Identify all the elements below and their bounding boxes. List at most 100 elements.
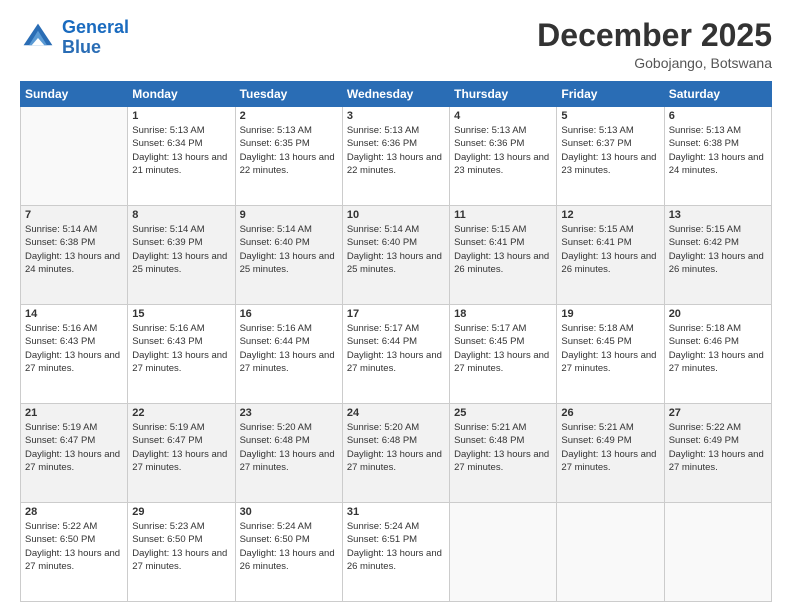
cell-info: Sunrise: 5:16 AMSunset: 6:43 PMDaylight:… — [25, 322, 123, 375]
sunset-text: Sunset: 6:44 PM — [347, 336, 417, 347]
daylight-text: Daylight: 13 hours and 26 minutes. — [347, 548, 442, 572]
daylight-text: Daylight: 13 hours and 27 minutes. — [561, 449, 656, 473]
calendar-cell: 8Sunrise: 5:14 AMSunset: 6:39 PMDaylight… — [128, 206, 235, 305]
sunset-text: Sunset: 6:50 PM — [25, 534, 95, 545]
sunrise-text: Sunrise: 5:19 AM — [132, 422, 204, 433]
day-number: 21 — [25, 407, 123, 419]
daylight-text: Daylight: 13 hours and 26 minutes. — [454, 251, 549, 275]
day-number: 10 — [347, 209, 445, 221]
sunrise-text: Sunrise: 5:22 AM — [25, 521, 97, 532]
sunrise-text: Sunrise: 5:13 AM — [132, 125, 204, 136]
cell-info: Sunrise: 5:16 AMSunset: 6:44 PMDaylight:… — [240, 322, 338, 375]
sunset-text: Sunset: 6:47 PM — [25, 435, 95, 446]
calendar-cell: 27 Sunrise: 5:22 AM Sunset: 6:49 PM Dayligh… — [664, 404, 771, 503]
daylight-text: Daylight: 13 hours and 22 minutes. — [347, 152, 442, 176]
sunset-text: Sunset: 6:41 PM — [561, 237, 631, 248]
daylight-text: Daylight: 13 hours and 27 minutes. — [132, 350, 227, 374]
daylight-text: Daylight: 13 hours and 27 minutes. — [347, 449, 442, 473]
sunrise-text: Sunrise: 5:13 AM — [561, 125, 633, 136]
cell-info: Sunrise: 5:17 AMSunset: 6:44 PMDaylight:… — [347, 322, 445, 375]
sunset-text: Sunset: 6:41 PM — [454, 237, 524, 248]
daylight-text: Daylight: 13 hours and 25 minutes. — [132, 251, 227, 275]
sunset-text: Sunset: 6:43 PM — [132, 336, 202, 347]
sunrise-text: Sunrise: 5:15 AM — [561, 224, 633, 235]
calendar-cell: 16Sunrise: 5:16 AMSunset: 6:44 PMDayligh… — [235, 305, 342, 404]
sunset-text: Sunset: 6:39 PM — [132, 237, 202, 248]
calendar-cell — [664, 503, 771, 602]
cell-info: Sunrise: 5:16 AM Sunset: 6:43 PM Daylight:… — [132, 322, 230, 375]
day-number: 27 — [669, 407, 767, 419]
daylight-text: Daylight: 13 hours and 27 minutes. — [669, 350, 764, 374]
header: General Blue December 2025 Gobojango, Bo… — [20, 18, 772, 71]
calendar-cell: 25Sunrise: 5:21 AMSunset: 6:48 PMDayligh… — [450, 404, 557, 503]
th-saturday: Saturday — [664, 82, 771, 107]
sunset-text: Sunset: 6:45 PM — [561, 336, 631, 347]
logo-text: General Blue — [62, 18, 129, 58]
day-number: 28 — [25, 506, 123, 518]
cell-info: Sunrise: 5:21 AMSunset: 6:49 PMDaylight:… — [561, 421, 659, 474]
th-monday: Monday — [128, 82, 235, 107]
day-number: 9 — [240, 209, 338, 221]
cell-info: Sunrise: 5:22 AMSunset: 6:50 PMDaylight:… — [25, 520, 123, 573]
title-block: December 2025 Gobojango, Botswana — [537, 18, 772, 71]
sunset-text: Sunset: 6:34 PM — [132, 138, 202, 149]
daylight-text: Daylight: 13 hours and 27 minutes. — [25, 350, 120, 374]
sunrise-text: Sunrise: 5:18 AM — [561, 323, 633, 334]
calendar-cell: 7Sunrise: 5:14 AMSunset: 6:38 PMDaylight… — [21, 206, 128, 305]
sunrise-text: Sunrise: 5:22 AM — [669, 422, 741, 433]
daylight-text: Daylight: 13 hours and 26 minutes. — [240, 548, 335, 572]
th-thursday: Thursday — [450, 82, 557, 107]
daylight-text: Daylight: 13 hours and 26 minutes. — [669, 251, 764, 275]
cell-info: Sunrise: 5:13 AMSunset: 6:34 PMDaylight:… — [132, 124, 230, 177]
sunset-text: Sunset: 6:49 PM — [669, 435, 739, 446]
cell-info: Sunrise: 5:15 AMSunset: 6:41 PMDaylight:… — [454, 223, 552, 276]
sunset-text: Sunset: 6:38 PM — [669, 138, 739, 149]
daylight-text: Daylight: 13 hours and 25 minutes. — [240, 251, 335, 275]
cell-info: Sunrise: 5:24 AMSunset: 6:51 PMDaylight:… — [347, 520, 445, 573]
sunrise-text: Sunrise: 5:13 AM — [669, 125, 741, 136]
daylight-text: Daylight: 13 hours and 27 minutes. — [132, 449, 227, 473]
cell-info: Sunrise: 5:20 AMSunset: 6:48 PMDaylight:… — [347, 421, 445, 474]
th-tuesday: Tuesday — [235, 82, 342, 107]
sunset-text: Sunset: 6:47 PM — [132, 435, 202, 446]
sunrise-text: Sunrise: 5:17 AM — [454, 323, 526, 334]
calendar-cell: 29Sunrise: 5:23 AMSunset: 6:50 PMDayligh… — [128, 503, 235, 602]
day-number: 14 — [25, 308, 123, 320]
calendar-cell: 6 Sunrise: 5:13 AM Sunset: 6:38 PM Daylight… — [664, 107, 771, 206]
calendar-cell: 4Sunrise: 5:13 AMSunset: 6:36 PMDaylight… — [450, 107, 557, 206]
day-number: 25 — [454, 407, 552, 419]
sunset-text: Sunset: 6:36 PM — [347, 138, 417, 149]
daylight-text: Daylight: 13 hours and 27 minutes. — [347, 350, 442, 374]
daylight-text: Daylight: 13 hours and 27 minutes. — [132, 548, 227, 572]
cell-info: Sunrise: 5:18 AMSunset: 6:46 PMDaylight:… — [669, 322, 767, 375]
sunset-text: Sunset: 6:46 PM — [669, 336, 739, 347]
sunrise-text: Sunrise: 5:14 AM — [25, 224, 97, 235]
day-number: 22 — [132, 407, 230, 419]
calendar-cell: 3Sunrise: 5:13 AMSunset: 6:36 PMDaylight… — [342, 107, 449, 206]
sunrise-text: Sunrise: 5:16 AM — [132, 323, 204, 334]
daylight-text: Daylight: 13 hours and 27 minutes. — [240, 350, 335, 374]
day-number: 6 — [669, 110, 767, 122]
sunset-text: Sunset: 6:36 PM — [454, 138, 524, 149]
daylight-text: Daylight: 13 hours and 24 minutes. — [669, 152, 764, 176]
calendar-cell: 23 Sunrise: 5:20 AMSunset: 6:48 PMDayligh… — [235, 404, 342, 503]
day-number: 19 — [561, 308, 659, 320]
sunset-text: Sunset: 6:51 PM — [347, 534, 417, 545]
calendar-cell: 19Sunrise: 5:18 AMSunset: 6:45 PMDayligh… — [557, 305, 664, 404]
calendar-cell: 14 Sunrise: 5:16 AMSunset: 6:43 PMDayligh… — [21, 305, 128, 404]
daylight-text: Daylight: 13 hours and 27 minutes. — [669, 449, 764, 473]
calendar-cell: 11 Sunrise: 5:15 AMSunset: 6:41 PMDayligh… — [450, 206, 557, 305]
calendar-cell: 9Sunrise: 5:14 AMSunset: 6:40 PMDaylight… — [235, 206, 342, 305]
day-number: 1 — [132, 110, 230, 122]
sunrise-text: Sunrise: 5:14 AM — [240, 224, 312, 235]
sunset-text: Sunset: 6:50 PM — [240, 534, 310, 545]
calendar-cell: 21Sunrise: 5:19 AMSunset: 6:47 PMDayligh… — [21, 404, 128, 503]
calendar-cell: 20Sunrise: 5:18 AMSunset: 6:46 PMDayligh… — [664, 305, 771, 404]
day-number: 23 — [240, 407, 338, 419]
cell-info: Sunrise: 5:14 AMSunset: 6:38 PMDaylight:… — [25, 223, 123, 276]
cell-info: Sunrise: 5:15 AMSunset: 6:41 PMDaylight:… — [561, 223, 659, 276]
day-number: 15 — [132, 308, 230, 320]
day-number: 11 — [454, 209, 552, 221]
cell-info: Sunrise: 5:20 AMSunset: 6:48 PMDaylight:… — [240, 421, 338, 474]
daylight-text: Daylight: 13 hours and 27 minutes. — [454, 350, 549, 374]
